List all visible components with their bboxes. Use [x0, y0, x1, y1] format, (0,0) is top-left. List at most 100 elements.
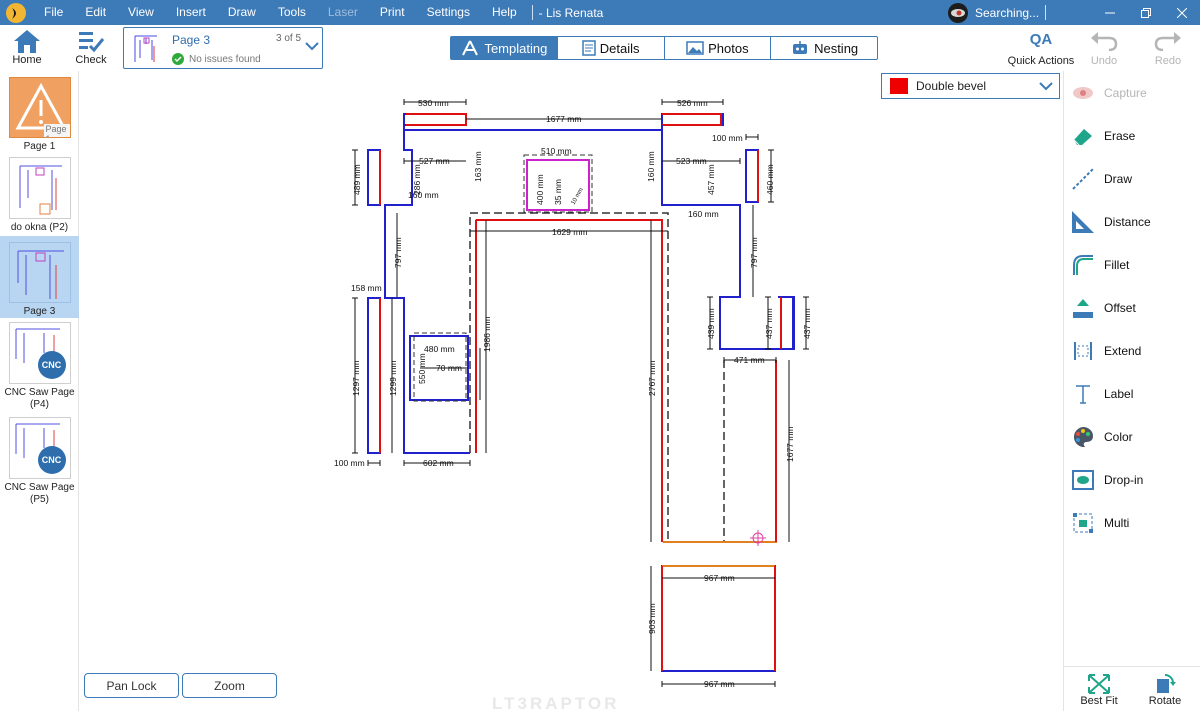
search-status-text: Searching... — [975, 5, 1040, 20]
multi-select-icon — [1070, 510, 1096, 536]
counter-piece[interactable] — [403, 113, 467, 126]
tab-nesting[interactable]: Nesting — [771, 37, 877, 59]
pan-lock-label: Pan Lock — [106, 678, 157, 693]
dimension-label: 460 mm — [765, 164, 775, 195]
backsplash-piece[interactable] — [780, 296, 794, 350]
quick-actions-label: Quick Actions — [1007, 55, 1075, 67]
tool-draw[interactable]: Draw — [1070, 162, 1198, 196]
app-logo-icon — [6, 2, 26, 23]
rotate-label: Rotate — [1148, 695, 1182, 707]
user-avatar-icon — [948, 2, 968, 23]
dimension-label: 967 mm — [704, 573, 735, 583]
minimize-button[interactable] — [1090, 0, 1130, 25]
page-thumbnail: Page 1 — [8, 77, 71, 138]
edge-profile-dropdown[interactable]: Double bevel — [881, 73, 1060, 99]
undo-button[interactable]: Undo — [1086, 31, 1122, 67]
menu-help[interactable]: Help — [481, 0, 528, 25]
menu-file[interactable]: File — [33, 0, 74, 25]
page-thumbnail-icon — [134, 35, 157, 62]
best-fit-icon — [1088, 674, 1110, 694]
home-button[interactable]: Home — [8, 28, 46, 66]
menu-bar: File Edit View Insert Draw Tools Laser P… — [33, 0, 528, 25]
tool-label-tool[interactable]: Label — [1070, 377, 1198, 411]
edge-color-swatch — [890, 78, 908, 94]
backsplash-piece[interactable] — [745, 149, 759, 203]
tool-erase[interactable]: Erase — [1070, 119, 1198, 153]
best-fit-label: Best Fit — [1080, 695, 1118, 707]
page-list: Page 1 Page 1 do okna (P2) — [0, 71, 79, 711]
dimension-label: 2767 mm — [647, 361, 657, 396]
compass-icon — [462, 40, 479, 56]
best-fit-button[interactable]: Best Fit — [1078, 673, 1120, 707]
tool-distance[interactable]: Distance — [1070, 205, 1198, 239]
tab-photos-label: Photos — [708, 40, 749, 56]
dimension-label: 437 mm — [764, 308, 774, 339]
undo-label: Undo — [1090, 55, 1118, 67]
tool-offset[interactable]: Offset — [1070, 291, 1198, 325]
counter-piece[interactable] — [661, 113, 724, 126]
dimension-label: 70 mm — [436, 363, 462, 373]
redo-icon — [1154, 32, 1181, 51]
tab-photos[interactable]: Photos — [665, 37, 772, 59]
backsplash-piece[interactable] — [367, 149, 381, 206]
dimension-label: 1629 mm — [552, 227, 587, 237]
tab-templating[interactable]: Templating — [451, 37, 558, 59]
pan-lock-button[interactable]: Pan Lock — [84, 673, 179, 698]
tool-extend[interactable]: Extend — [1070, 334, 1198, 368]
tool-color[interactable]: Color — [1070, 420, 1198, 454]
dimension-label: 489 mm — [352, 164, 362, 195]
page-item-5[interactable]: CNC CNC Saw Page (P5) — [0, 411, 79, 511]
check-label: Check — [75, 54, 107, 66]
zoom-button[interactable]: Zoom — [182, 673, 277, 698]
page-thumbnail: CNC — [8, 322, 71, 384]
redo-button[interactable]: Redo — [1150, 31, 1186, 67]
main-toolbar: Home Check Page 3 3 of 5 No issues found… — [0, 25, 1200, 71]
page-thumbnail — [8, 242, 71, 303]
page-item-4[interactable]: CNC CNC Saw Page (P4) — [0, 316, 79, 412]
robot-icon — [793, 41, 808, 54]
drawing-canvas[interactable]: 530 mm 1677 mm 526 mm 100 mm 489 mm 527 … — [80, 71, 1063, 711]
restore-button[interactable] — [1126, 0, 1166, 25]
dimension-label: 457 mm — [706, 164, 716, 195]
dimension-label: 602 mm — [423, 458, 454, 468]
tool-label: Multi — [1104, 516, 1130, 530]
menu-edit[interactable]: Edit — [74, 0, 117, 25]
page-item-3[interactable]: Page 3 — [0, 236, 79, 318]
check-button[interactable]: Check — [72, 28, 110, 66]
page-selector[interactable]: Page 3 3 of 5 No issues found — [123, 27, 323, 69]
title-bar: File Edit View Insert Draw Tools Laser P… — [0, 0, 1200, 25]
menu-view[interactable]: View — [117, 0, 165, 25]
dimension-label: 1299 mm — [388, 361, 398, 396]
qa-badge: QA — [1029, 31, 1053, 48]
tool-fillet[interactable]: Fillet — [1070, 248, 1198, 282]
tool-capture[interactable]: Capture — [1070, 76, 1198, 110]
ok-check-icon — [172, 53, 184, 65]
dimension-label: 100 mm — [334, 458, 365, 468]
page-item-1[interactable]: Page 1 Page 1 — [0, 71, 79, 153]
backsplash-piece[interactable] — [367, 297, 381, 454]
chevron-down-icon — [305, 42, 319, 51]
page-status: No issues found — [172, 53, 261, 65]
template-drawing[interactable]: 530 mm 1677 mm 526 mm 100 mm 489 mm 527 … — [80, 71, 1063, 711]
dimension-label: 400 mm — [535, 174, 545, 205]
dimension-label: 160 mm — [646, 151, 656, 182]
restore-icon — [1141, 7, 1151, 18]
page-item-2[interactable]: do okna (P2) — [0, 151, 79, 235]
dimension-label: 160 mm — [408, 190, 439, 200]
user-search-area[interactable]: Searching... — [946, 0, 1047, 25]
menu-settings[interactable]: Settings — [416, 0, 481, 25]
ruler-triangle-icon — [1070, 209, 1096, 235]
tool-label: Draw — [1104, 172, 1133, 186]
menu-tools[interactable]: Tools — [267, 0, 317, 25]
quick-actions-button[interactable]: QA Quick Actions — [1004, 31, 1078, 67]
eraser-icon — [1070, 123, 1096, 149]
menu-insert[interactable]: Insert — [165, 0, 217, 25]
tool-drop-in[interactable]: Drop-in — [1070, 463, 1198, 497]
tab-details[interactable]: Details — [558, 37, 665, 59]
close-button[interactable] — [1162, 0, 1200, 25]
menu-print[interactable]: Print — [369, 0, 416, 25]
brand-watermark: LT3RAPTOR — [492, 694, 620, 711]
menu-draw[interactable]: Draw — [217, 0, 267, 25]
tool-multi[interactable]: Multi — [1070, 506, 1198, 540]
rotate-button[interactable]: Rotate — [1144, 673, 1186, 707]
